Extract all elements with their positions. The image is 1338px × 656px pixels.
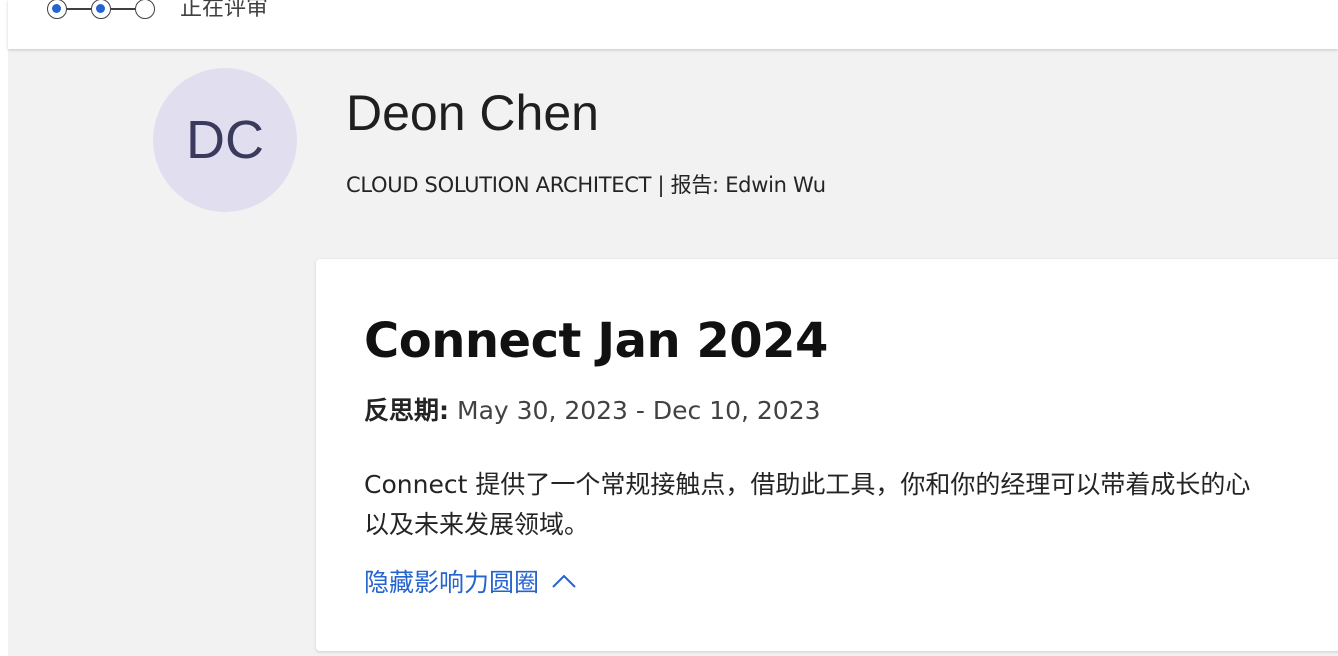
reflection-period: 反思期: May 30, 2023 - Dec 10, 2023 — [364, 391, 821, 427]
top-bar: 正在评审 — [8, 0, 1338, 49]
person-title-manager: CLOUD SOLUTION ARCHITECT | 报告: Edwin Wu — [346, 173, 826, 197]
period-label: 反思期: — [364, 396, 449, 425]
step-2-done-icon — [91, 0, 111, 19]
step-connector — [111, 8, 135, 10]
chevron-up-icon — [552, 574, 576, 588]
person-name: Deon Chen — [346, 85, 599, 141]
card-title: Connect Jan 2024 — [364, 313, 828, 369]
step-3-pending-icon — [135, 0, 155, 19]
step-1-done-icon — [47, 0, 67, 19]
connect-card: Connect Jan 2024 反思期: May 30, 2023 - Dec … — [316, 259, 1338, 651]
hide-link-label: 隐藏影响力圆圈 — [364, 568, 540, 597]
progress-stepper — [47, 0, 155, 21]
stepper-current-label: 正在评审 — [180, 0, 269, 21]
description-line: Connect 提供了一个常规接触点，借助此工具，你和你的经理可以带着成长的心 — [364, 470, 1251, 499]
step-connector — [67, 8, 91, 10]
period-value: May 30, 2023 - Dec 10, 2023 — [457, 396, 821, 425]
avatar: DC — [153, 68, 297, 212]
hide-impact-circle-link[interactable]: 隐藏影响力圆圈 — [364, 563, 577, 599]
card-description: Connect 提供了一个常规接触点，借助此工具，你和你的经理可以带着成长的心 … — [364, 465, 1338, 545]
left-strip — [0, 0, 8, 656]
description-line: 以及未来发展领域。 — [364, 510, 590, 539]
